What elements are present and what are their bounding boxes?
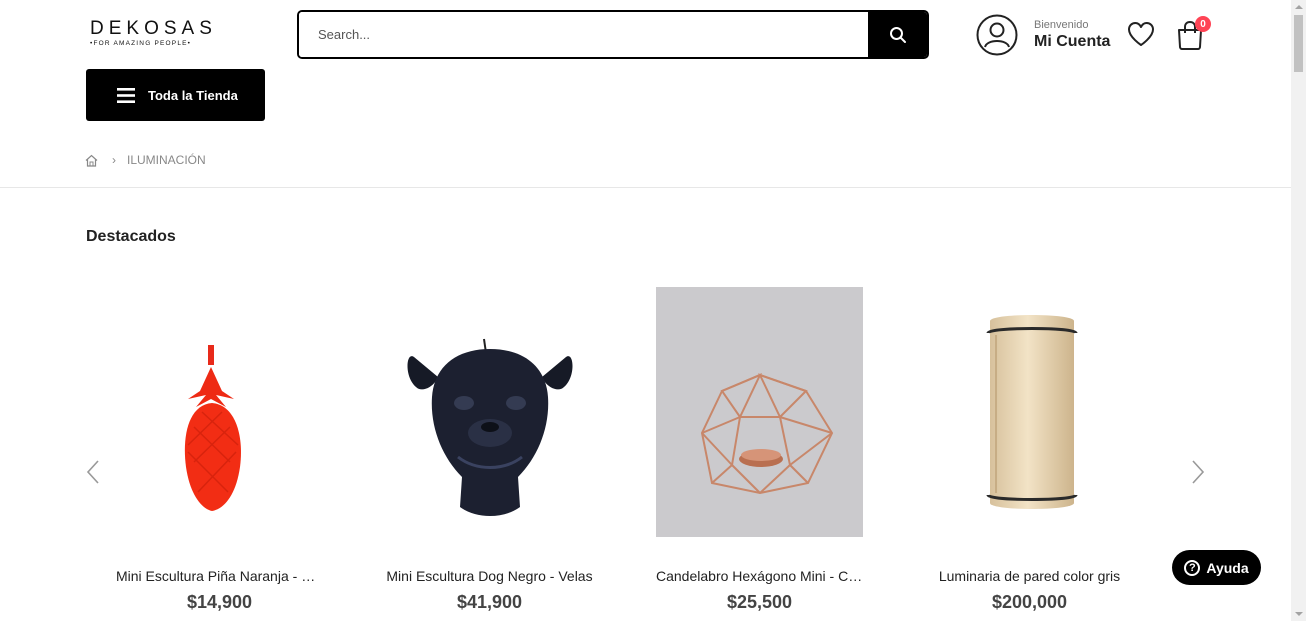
product-card[interactable]: Mini Escultura Dog Negro - Velas $41,900: [386, 287, 593, 613]
logo-wordmark: DEKOSAS: [90, 18, 217, 39]
chevron-left-icon: [86, 460, 99, 484]
account-welcome-text: Bienvenido: [1034, 18, 1089, 31]
page-scrollbar[interactable]: [1291, 0, 1306, 621]
search-icon: [889, 26, 906, 43]
product-image[interactable]: [116, 287, 323, 537]
product-price: $25,500: [726, 592, 793, 612]
breadcrumb-separator-icon: ›: [112, 153, 116, 167]
user-icon: [976, 14, 1018, 56]
help-button[interactable]: ? Ayuda: [1172, 550, 1261, 585]
account-name: Mi Cuenta: [1034, 32, 1111, 50]
breadcrumb-current: ILUMINACIÓN: [127, 153, 206, 167]
product-price: $14,900: [186, 592, 253, 612]
scroll-up-icon[interactable]: [1295, 5, 1303, 9]
account-link[interactable]: Bienvenido Mi Cuenta: [976, 14, 1110, 56]
dog-candle-image: [407, 338, 573, 516]
product-card[interactable]: Candelabro Hexágono Mini - Cobre $25,500: [656, 287, 863, 613]
heart-icon: [1128, 22, 1154, 46]
product-name[interactable]: Mini Escultura Dog Negro - Velas: [386, 568, 593, 584]
product-price: $41,900: [456, 592, 523, 612]
carousel-next-button[interactable]: [1191, 458, 1205, 491]
section-title: Destacados: [86, 228, 176, 245]
scroll-down-icon[interactable]: [1295, 612, 1303, 616]
all-store-button[interactable]: Toda la Tienda: [86, 69, 265, 121]
chevron-right-icon: [1192, 460, 1205, 484]
product-card[interactable]: Mini Escultura Piña Naranja - Velas $14,…: [116, 287, 323, 613]
product-price: $200,000: [991, 592, 1068, 612]
cart-button[interactable]: 0: [1176, 16, 1211, 55]
search-input[interactable]: [299, 12, 868, 57]
hexagon-candle-holder-image: [656, 287, 863, 537]
pineapple-candle-image: [184, 345, 241, 511]
breadcrumb: › ILUMINACIÓN: [85, 153, 206, 167]
cart-count-badge: 0: [1195, 16, 1211, 32]
product-card[interactable]: Luminaria de pared color gris $200,000: [926, 287, 1133, 613]
product-name[interactable]: Candelabro Hexágono Mini - Cobre: [656, 568, 863, 584]
product-image[interactable]: [386, 287, 593, 537]
menu-icon: [117, 87, 135, 103]
all-store-label: Toda la Tienda: [148, 87, 238, 103]
product-image[interactable]: [656, 287, 863, 537]
logo-tagline: •FOR AMAZING PEOPLE•: [90, 40, 192, 47]
carousel-prev-button[interactable]: [86, 458, 100, 491]
search-button[interactable]: [868, 12, 927, 57]
help-label: Ayuda: [1206, 559, 1249, 576]
home-icon[interactable]: [85, 154, 98, 167]
question-icon: ?: [1184, 559, 1201, 576]
wall-lamp-image: [986, 315, 1078, 509]
product-name[interactable]: Luminaria de pared color gris: [926, 568, 1133, 584]
scroll-thumb[interactable]: [1294, 15, 1303, 72]
logo[interactable]: DEKOSAS •FOR AMAZING PEOPLE•: [90, 18, 217, 48]
header-divider: [0, 187, 1291, 188]
product-image[interactable]: [926, 287, 1133, 537]
product-name[interactable]: Mini Escultura Piña Naranja - Velas: [116, 568, 323, 584]
wishlist-button[interactable]: [1126, 20, 1156, 53]
search-bar: [297, 10, 929, 59]
